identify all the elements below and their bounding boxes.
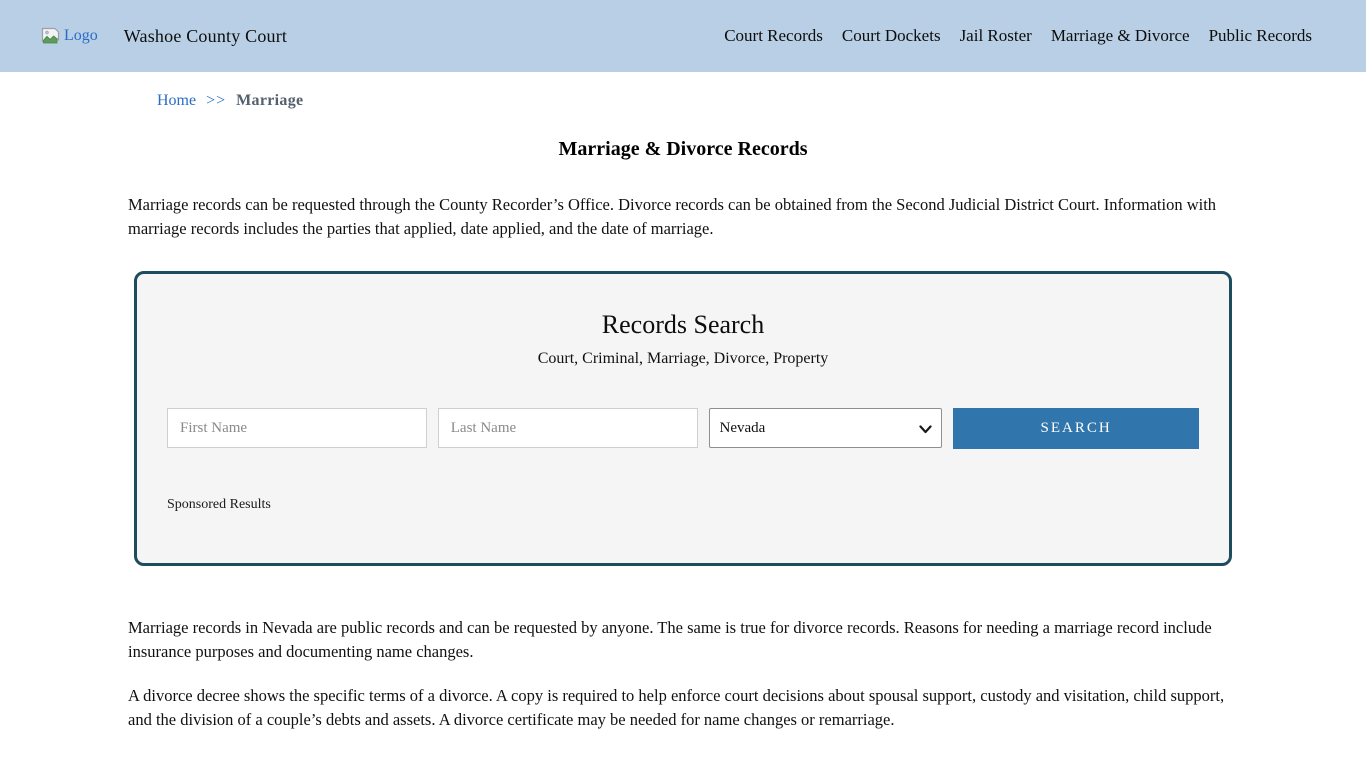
search-form-row: Nevada SEARCH xyxy=(167,408,1199,449)
nav-jail-roster[interactable]: Jail Roster xyxy=(960,26,1032,46)
nav-court-dockets[interactable]: Court Dockets xyxy=(842,26,941,46)
state-select-wrap: Nevada xyxy=(708,408,943,449)
last-name-input[interactable] xyxy=(437,408,698,448)
records-search-title: Records Search xyxy=(601,310,765,339)
nav-marriage-divorce[interactable]: Marriage & Divorce xyxy=(1051,26,1190,46)
divorce-decree-paragraph: A divorce decree shows the specific term… xyxy=(128,686,1225,729)
records-search-subtitle: Court, Criminal, Marriage, Divorce, Prop… xyxy=(537,350,829,367)
logo-alt-text: Logo xyxy=(64,27,98,44)
breadcrumb-home-link[interactable]: Home xyxy=(157,92,196,110)
breadcrumb-current: Marriage xyxy=(236,92,304,109)
site-title: Washoe County Court xyxy=(123,25,288,46)
state-select[interactable]: Nevada xyxy=(708,408,943,448)
body-copy: Marriage records in Nevada are public re… xyxy=(128,616,1238,732)
marriage-records-paragraph: Marriage records in Nevada are public re… xyxy=(128,618,1212,661)
intro-paragraph: Marriage records can be requested throug… xyxy=(128,195,1217,238)
nav-public-records[interactable]: Public Records xyxy=(1209,26,1312,46)
nav-court-records[interactable]: Court Records xyxy=(724,26,823,46)
page-title: Marriage & Divorce Records xyxy=(558,138,808,160)
search-button[interactable]: SEARCH xyxy=(953,408,1199,449)
site-header: Logo Washoe County Court Court Records C… xyxy=(0,0,1366,72)
broken-image-icon xyxy=(40,27,61,45)
content-container: Home >> Marriage Marriage & Divorce Reco… xyxy=(128,92,1238,732)
records-search-panel: Records Search Court, Criminal, Marriage… xyxy=(134,271,1232,566)
main-nav: Court Records Court Dockets Jail Roster … xyxy=(724,26,1312,46)
breadcrumb: Home >> Marriage xyxy=(128,92,1238,110)
first-name-input[interactable] xyxy=(167,408,427,448)
sponsored-results-label: Sponsored Results xyxy=(167,497,271,512)
breadcrumb-separator: >> xyxy=(206,92,227,109)
logo-link[interactable]: Logo xyxy=(40,27,98,45)
